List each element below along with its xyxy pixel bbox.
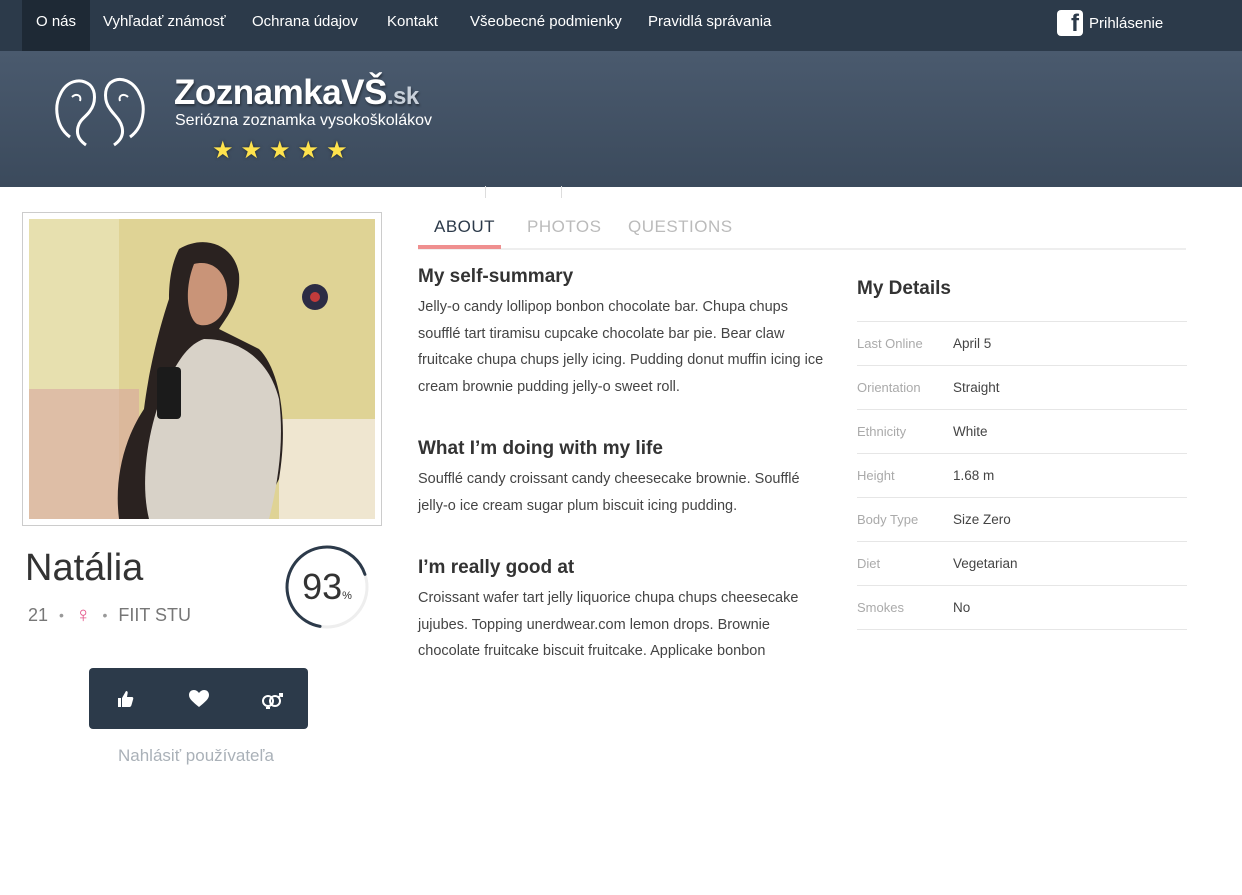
nav-item-o-nas[interactable]: O nás [22, 0, 91, 51]
profile-photo[interactable] [29, 219, 375, 519]
detail-key: Ethnicity [857, 424, 907, 439]
separator-dot: • [59, 607, 64, 623]
nav-item-vyhladat[interactable]: Vyhľadať známosť [103, 0, 226, 51]
detail-value: Vegetarian [953, 556, 1018, 571]
section-text: Croissant wafer tart jelly liquorice chu… [418, 590, 799, 659]
star-icon: ★ [297, 137, 320, 164]
detail-key: Height [857, 468, 895, 483]
separator-dot: • [102, 607, 108, 623]
detail-value: Straight [953, 380, 1000, 395]
detail-key: Smokes [857, 600, 904, 615]
brand-title[interactable]: ZoznamkaVŠ.sk [174, 73, 419, 113]
details-title: My Details [857, 278, 1187, 322]
female-gender-icon: ♀ [74, 602, 92, 627]
profile-meta: 21 • ♀ • FIIT STU [28, 602, 191, 628]
thumbs-up-icon [117, 690, 133, 707]
my-details-panel: My Details Last Online April 5 Orientati… [857, 278, 1187, 630]
detail-row-height: Height 1.68 m [857, 454, 1187, 498]
report-user-link[interactable]: Nahlásiť používateľa [118, 746, 274, 766]
section-title: My self-summary [418, 266, 574, 287]
detail-value: Size Zero [953, 512, 1011, 527]
header-banner: ZoznamkaVŠ.sk Seriózna zoznamka vysokošk… [0, 51, 1242, 187]
brand-name: ZoznamkaVŠ [174, 73, 387, 112]
tab-photos[interactable]: PHOTOS [527, 217, 601, 237]
detail-row-orientation: Orientation Straight [857, 366, 1187, 410]
doing-with-life-block: What I’m doing with my life Soufflé cand… [418, 438, 828, 519]
detail-row-diet: Diet Vegetarian [857, 542, 1187, 586]
gender-match-icon [261, 692, 283, 709]
detail-value: 1.68 m [953, 468, 995, 483]
section-title: I’m really good at [418, 557, 575, 578]
star-icon: ★ [326, 137, 348, 164]
detail-key: Diet [857, 556, 881, 571]
facebook-login-button[interactable]: f Prihlásenie [1057, 9, 1163, 37]
star-icon: ★ [212, 137, 234, 164]
self-summary-block: My self-summary Jelly-o candy lollipop b… [418, 266, 828, 400]
detail-value: White [953, 424, 988, 439]
detail-row-body-type: Body Type Size Zero [857, 498, 1187, 542]
detail-row-smokes: Smokes No [857, 586, 1187, 630]
section-text: Soufflé candy croissant candy cheesecake… [418, 471, 800, 514]
detail-row-ethnicity: Ethnicity White [857, 410, 1187, 454]
match-unit: % [342, 590, 352, 602]
nav-item-ochrana-udajov[interactable]: Ochrana údajov [252, 0, 358, 51]
section-title: What I’m doing with my life [418, 438, 663, 459]
detail-key: Orientation [857, 380, 921, 395]
login-label: Prihlásenie [1089, 14, 1164, 32]
star-icon: ★ [269, 137, 291, 164]
detail-value: April 5 [953, 336, 992, 351]
detail-row-last-online: Last Online April 5 [857, 322, 1187, 366]
profile-action-bar [89, 668, 308, 729]
top-navbar: O nás Vyhľadať známosť Ochrana údajov Ko… [0, 0, 1242, 51]
match-percentage: 93% [284, 566, 370, 608]
match-value: 93 [302, 566, 343, 607]
profile-name: Natália [25, 547, 144, 589]
like-button[interactable] [106, 679, 146, 719]
detail-key: Body Type [857, 512, 919, 527]
brand-tagline: Seriózna zoznamka vysokoškolákov [175, 112, 433, 129]
nav-item-pravidla[interactable]: Pravidlá správania [648, 0, 771, 51]
match-button[interactable] [252, 679, 292, 719]
good-at-block: I’m really good at Croissant wafer tart … [418, 557, 828, 665]
detail-key: Last Online [857, 336, 923, 351]
tab-about[interactable]: ABOUT [434, 217, 495, 237]
nav-item-podmienky[interactable]: Všeobecné podmienky [470, 0, 622, 51]
profile-tabs: ABOUT PHOTOS QUESTIONS [418, 212, 1186, 250]
heart-icon [188, 689, 209, 707]
brand-tld: .sk [386, 83, 419, 110]
favorite-button[interactable] [179, 679, 219, 719]
couple-logo-icon [55, 78, 145, 147]
profile-school: FIIT STU [118, 604, 192, 625]
tab-questions[interactable]: QUESTIONS [628, 217, 733, 237]
facebook-icon: f [1057, 10, 1083, 37]
profile-photo-frame [22, 212, 382, 526]
star-icon: ★ [240, 137, 263, 164]
profile-age: 21 [28, 604, 49, 625]
detail-value: No [953, 600, 971, 615]
section-text: Jelly-o candy lollipop bonbon chocolate … [418, 299, 824, 395]
rating-stars: ★ ★ ★ ★ ★ [212, 139, 348, 163]
tab-notch-divider [485, 186, 562, 198]
active-tab-indicator [418, 245, 501, 249]
nav-item-kontakt[interactable]: Kontakt [387, 0, 438, 51]
